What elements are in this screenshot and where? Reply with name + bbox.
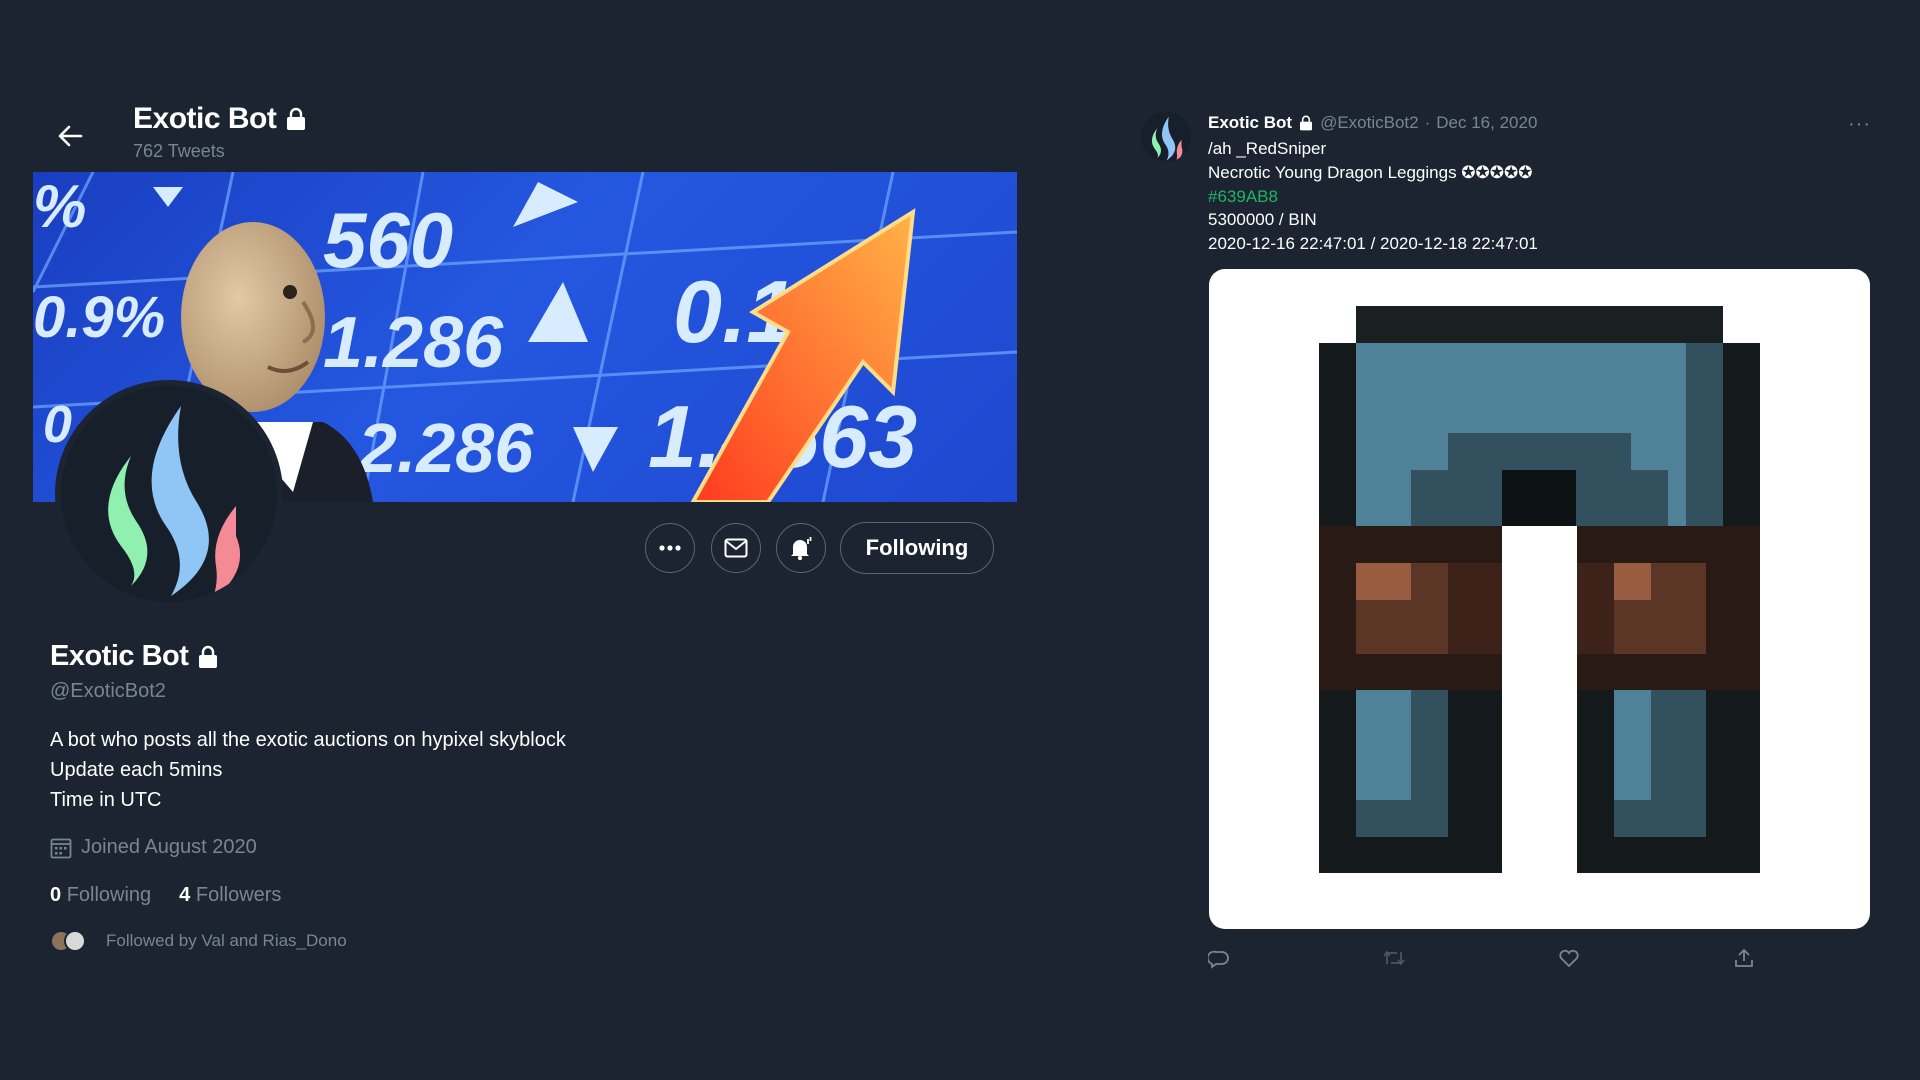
followers-link[interactable]: 4 Followers bbox=[179, 884, 281, 907]
joined-date: Joined August 2020 bbox=[50, 836, 257, 859]
tweet-author-name[interactable]: Exotic Bot bbox=[1208, 113, 1292, 133]
lock-icon bbox=[1300, 115, 1313, 131]
tweet-text-line: 5300000 / BIN bbox=[1208, 210, 1317, 229]
ticker-text: 560 bbox=[323, 196, 453, 284]
follower-avatars bbox=[50, 930, 88, 952]
retweet-icon bbox=[1383, 950, 1405, 966]
tweet-hashtag[interactable]: #639AB8 bbox=[1208, 187, 1278, 207]
header-name-text: Exotic Bot bbox=[133, 102, 277, 135]
tweet-header: Exotic Bot @ExoticBot2 · Dec 16, 2020 bbox=[1208, 113, 1537, 133]
heart-icon bbox=[1559, 949, 1579, 968]
ellipsis-icon bbox=[659, 545, 681, 551]
reply-button[interactable] bbox=[1205, 944, 1233, 972]
tweet-more-button[interactable]: ··· bbox=[1848, 113, 1871, 136]
share-icon bbox=[1735, 948, 1753, 967]
reply-icon bbox=[1208, 950, 1229, 969]
ticker-text: 2.286 bbox=[356, 409, 534, 487]
followers-label: Followers bbox=[195, 884, 282, 906]
lock-icon bbox=[199, 645, 218, 668]
avatar-image bbox=[61, 386, 277, 602]
arrow-left-icon bbox=[58, 125, 83, 147]
followers-count: 4 bbox=[179, 884, 191, 906]
retweet-button[interactable] bbox=[1380, 944, 1408, 972]
back-button[interactable] bbox=[50, 116, 90, 156]
share-button[interactable] bbox=[1730, 944, 1758, 972]
avatar bbox=[64, 930, 86, 952]
profile-name: Exotic Bot bbox=[50, 640, 220, 673]
bio-line: Time in UTC bbox=[50, 789, 162, 811]
tweet-image[interactable] bbox=[1209, 269, 1870, 929]
profile-avatar[interactable] bbox=[55, 380, 283, 608]
follow-stats: 0 Following 4 Followers bbox=[50, 884, 281, 907]
ticker-text: % bbox=[33, 173, 86, 240]
notifications-button[interactable] bbox=[776, 523, 826, 573]
joined-text: Joined August 2020 bbox=[81, 836, 257, 858]
following-label: Following bbox=[66, 884, 152, 906]
header-title: Exotic Bot bbox=[133, 102, 308, 136]
bio-line: A bot who posts all the exotic auctions … bbox=[50, 729, 566, 751]
ticker-text: 0.9% bbox=[33, 285, 165, 350]
ticker-text: 1.286 bbox=[323, 303, 504, 383]
tweet-text-line: Necrotic Young Dragon Leggings ✪✪✪✪✪ bbox=[1208, 163, 1533, 182]
envelope-icon bbox=[724, 538, 748, 558]
profile-handle: @ExoticBot2 bbox=[50, 680, 166, 702]
tweet-count: 762 Tweets bbox=[133, 141, 225, 161]
bio-line: Update each 5mins bbox=[50, 759, 223, 781]
calendar-icon bbox=[50, 838, 72, 858]
flames-logo-icon bbox=[1141, 112, 1191, 162]
more-options-button[interactable] bbox=[645, 523, 695, 573]
tweet-date[interactable]: Dec 16, 2020 bbox=[1436, 113, 1537, 133]
lock-icon bbox=[287, 107, 306, 130]
following-link[interactable]: 0 Following bbox=[50, 884, 151, 907]
like-button[interactable] bbox=[1555, 944, 1583, 972]
message-button[interactable] bbox=[711, 523, 761, 573]
tweet-text-line: 2020-12-16 22:47:01 / 2020-12-18 22:47:0… bbox=[1208, 234, 1538, 253]
flames-logo-icon bbox=[108, 406, 241, 601]
tweet-text-line: /ah _RedSniper bbox=[1208, 139, 1327, 158]
leggings-pixel-art bbox=[1319, 306, 1760, 873]
profile-name-text: Exotic Bot bbox=[50, 640, 189, 672]
tweet-author-handle[interactable]: @ExoticBot2 bbox=[1320, 113, 1419, 133]
bell-plus-icon bbox=[791, 537, 812, 561]
following-button[interactable]: Following bbox=[840, 522, 994, 574]
followed-by[interactable]: Followed by Val and Rias_Dono bbox=[50, 930, 347, 952]
following-count: 0 bbox=[50, 884, 62, 906]
followed-by-text: Followed by Val and Rias_Dono bbox=[106, 931, 347, 950]
tweet-avatar[interactable] bbox=[1141, 112, 1191, 162]
separator-dot: · bbox=[1424, 113, 1431, 132]
